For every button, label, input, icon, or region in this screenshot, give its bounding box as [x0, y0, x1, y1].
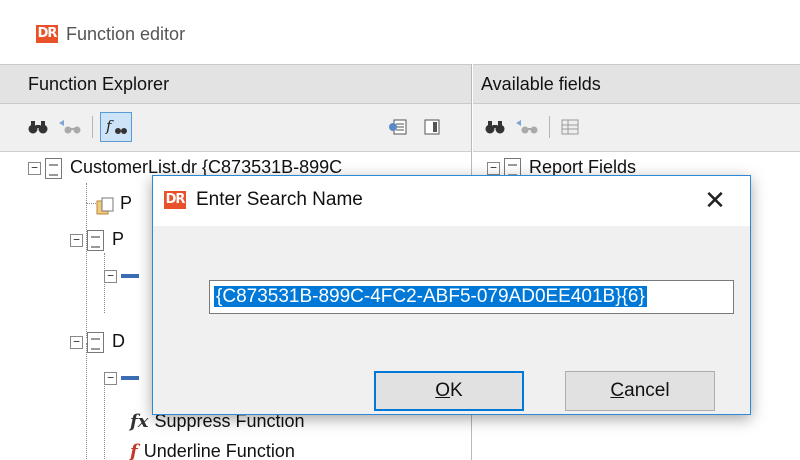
- ok-mnemonic: O: [435, 380, 451, 401]
- tree-item-label: D: [112, 331, 125, 351]
- search-name-input[interactable]: {C873531B-899C-4FC2-ABF5-079AD0EE401B}{6…: [209, 280, 734, 314]
- binoculars-icon[interactable]: [26, 112, 50, 142]
- svg-text:f: f: [105, 117, 114, 135]
- collapse-icon[interactable]: −: [487, 161, 500, 175]
- selected-text: {C873531B-899C-4FC2-ABF5-079AD0EE401B}{6…: [214, 286, 647, 307]
- collapse-icon[interactable]: −: [70, 335, 83, 349]
- find-next-icon[interactable]: [511, 112, 543, 142]
- ok-label-rest: K: [450, 380, 463, 401]
- find-next-icon[interactable]: [54, 112, 86, 142]
- tree-item[interactable]: −: [104, 363, 139, 391]
- collapse-icon[interactable]: −: [28, 161, 41, 175]
- page-icon: [87, 331, 104, 353]
- tree-item[interactable]: f Underline Function: [130, 437, 295, 460]
- available-fields-toolbar: [473, 104, 800, 152]
- tree-item-label: Report Fields: [529, 157, 637, 177]
- close-icon[interactable]: ✕: [698, 184, 732, 218]
- tree-item[interactable]: −: [104, 261, 139, 289]
- band-icon: [121, 376, 139, 381]
- band-icon: [121, 274, 139, 279]
- enter-search-name-dialog: DR Enter Search Name ✕ {C873531B-899C-4F…: [152, 175, 751, 415]
- tree-item-label: CustomerList.dr {C873531B-899C: [70, 157, 343, 177]
- collapse-icon[interactable]: −: [104, 371, 117, 385]
- function-icon: f: [130, 441, 138, 460]
- app-logo: DR: [36, 25, 58, 43]
- tree-item[interactable]: − D: [70, 327, 125, 355]
- pages-icon: [96, 195, 114, 215]
- available-fields-header: Available fields: [473, 64, 800, 104]
- ok-button[interactable]: OK: [374, 371, 524, 411]
- panel-icon[interactable]: [420, 112, 444, 142]
- window-titlebar: DR Function editor: [0, 0, 800, 64]
- tree-item-label: Underline Function: [143, 441, 295, 460]
- function-filter-icon[interactable]: f: [100, 112, 132, 142]
- report-file-icon: [45, 157, 62, 179]
- list-icon[interactable]: [386, 112, 410, 142]
- tree-item-label: P: [120, 193, 133, 213]
- tree-item[interactable]: − P: [70, 225, 124, 253]
- app-logo: DR: [164, 191, 186, 209]
- tree-item[interactable]: P: [96, 189, 132, 217]
- function-icon: fx: [130, 411, 149, 432]
- tree-item-label: P: [112, 229, 125, 249]
- dialog-titlebar: DR Enter Search Name ✕: [153, 176, 750, 226]
- collapse-icon[interactable]: −: [70, 233, 83, 247]
- cancel-mnemonic: C: [610, 380, 625, 401]
- function-explorer-toolbar: f: [0, 104, 471, 152]
- page-icon: [87, 229, 104, 251]
- collapse-icon[interactable]: −: [104, 269, 117, 283]
- grid-icon[interactable]: [557, 112, 583, 142]
- function-explorer-header: Function Explorer: [0, 64, 471, 104]
- window-title: Function editor: [66, 24, 186, 44]
- cancel-button[interactable]: Cancel: [565, 371, 715, 411]
- binoculars-icon[interactable]: [483, 112, 507, 142]
- cancel-label-rest: ancel: [624, 380, 670, 401]
- dialog-title: Enter Search Name: [196, 189, 363, 210]
